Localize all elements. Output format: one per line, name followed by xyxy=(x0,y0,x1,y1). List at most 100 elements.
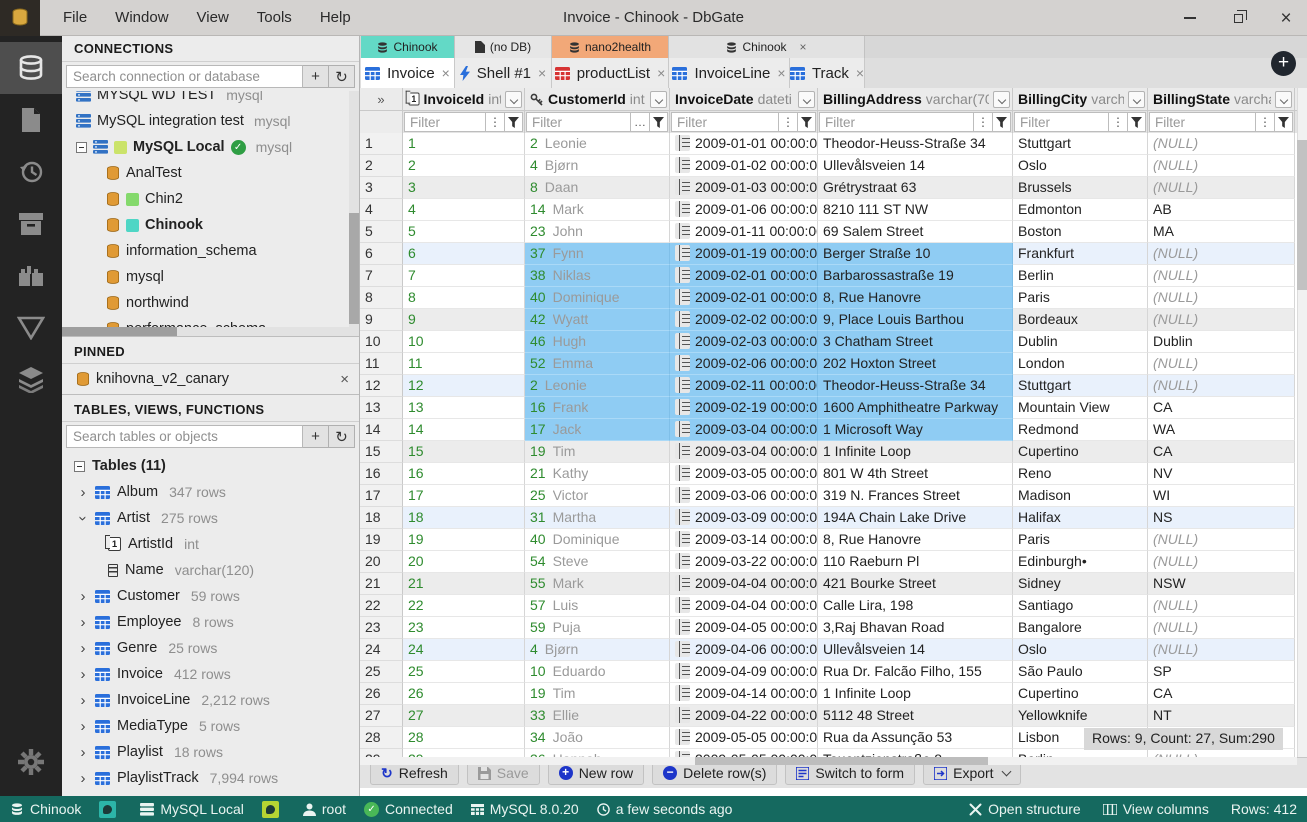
status-item[interactable]: MySQL Local xyxy=(140,801,244,817)
cell-billingaddress[interactable]: 1 Infinite Loop xyxy=(818,441,1013,463)
cell-billingaddress[interactable]: Rua Dr. Falcão Filho, 155 xyxy=(818,661,1013,683)
table-row[interactable]: 18 18 31 Martha 2009-03-09 00:00:00 194A … xyxy=(360,507,1307,529)
cell-invoiceid[interactable]: 22 xyxy=(403,595,525,617)
cell-billingaddress[interactable]: Berger Straße 10 xyxy=(818,243,1013,265)
collapse-icon[interactable] xyxy=(74,460,85,472)
menu-item[interactable]: View xyxy=(186,5,240,30)
cell-invoiceid[interactable]: 27 xyxy=(403,705,525,727)
table-tree-item[interactable]: 1 ArtistId int xyxy=(62,531,359,557)
cell-invoiceid[interactable]: 28 xyxy=(403,727,525,749)
cell-billingaddress[interactable]: 69 Salem Street xyxy=(818,221,1013,243)
filter-input[interactable] xyxy=(1149,112,1255,132)
column-header[interactable]: 1 InvoiceId int xyxy=(403,88,525,110)
table-tree-item[interactable]: › InvoiceLine 2,212 rows xyxy=(62,687,359,713)
table-row[interactable]: 17 17 25 Victor 2009-03-06 00:00:00 319 N… xyxy=(360,485,1307,507)
close-group-icon[interactable]: × xyxy=(800,40,807,54)
cell-invoiceid[interactable]: 8 xyxy=(403,287,525,309)
column-header[interactable]: CustomerId int xyxy=(525,88,670,110)
filter-funnel-button[interactable] xyxy=(504,112,523,132)
date-edit-icon[interactable] xyxy=(675,685,690,701)
filter-options-button[interactable]: ⋮ xyxy=(778,112,797,132)
row-number[interactable]: 29 xyxy=(360,749,403,757)
connection-item[interactable]: Chin2 xyxy=(62,186,359,212)
cell-customerid[interactable]: 21 Kathy xyxy=(525,463,670,485)
activity-archive[interactable] xyxy=(0,198,62,250)
refresh-objects-button[interactable]: ↻ xyxy=(329,425,355,448)
cell-invoicedate[interactable]: 2009-03-14 00:00:00 xyxy=(670,529,818,551)
table-row[interactable]: 9 9 42 Wyatt 2009-02-02 00:00:00 9, Place… xyxy=(360,309,1307,331)
cell-billingcity[interactable]: Bordeaux xyxy=(1013,309,1148,331)
activity-settings[interactable] xyxy=(0,736,62,788)
cell-invoiceid[interactable]: 18 xyxy=(403,507,525,529)
chevron-right-icon[interactable]: › xyxy=(78,614,88,631)
cell-customerid[interactable]: 31 Martha xyxy=(525,507,670,529)
column-menu-chevron[interactable] xyxy=(650,90,667,108)
filter-input[interactable] xyxy=(404,112,485,132)
new-connection-plus-button[interactable]: + xyxy=(1271,51,1296,76)
row-number[interactable]: 19 xyxy=(360,529,403,551)
activity-databases[interactable] xyxy=(0,42,62,94)
chevron-right-icon[interactable]: › xyxy=(78,484,88,501)
tables-search-input[interactable] xyxy=(66,425,303,448)
filter-input[interactable] xyxy=(819,112,973,132)
cell-invoiceid[interactable]: 7 xyxy=(403,265,525,287)
cell-invoiceid[interactable]: 5 xyxy=(403,221,525,243)
status-item[interactable]: root xyxy=(302,801,346,817)
row-number[interactable]: 26 xyxy=(360,683,403,705)
date-edit-icon[interactable] xyxy=(675,707,690,723)
tab[interactable]: productList × xyxy=(552,58,669,88)
table-row[interactable]: 21 21 55 Mark 2009-04-04 00:00:00 421 Bou… xyxy=(360,573,1307,595)
connection-item[interactable]: northwind xyxy=(62,290,359,316)
cell-billingcity[interactable]: Cupertino xyxy=(1013,683,1148,705)
cell-customerid[interactable]: 40 Dominique xyxy=(525,287,670,309)
tab-group[interactable]: Chinook xyxy=(361,36,455,58)
cell-billingaddress[interactable]: 1600 Amphitheatre Parkway xyxy=(818,397,1013,419)
cell-customerid[interactable]: 16 Frank xyxy=(525,397,670,419)
activity-history[interactable] xyxy=(0,146,62,198)
date-edit-icon[interactable] xyxy=(675,201,690,217)
connections-horizontal-scrollbar[interactable] xyxy=(62,327,349,336)
cell-invoicedate[interactable]: 2009-03-22 00:00:00 xyxy=(670,551,818,573)
cell-invoicedate[interactable]: 2009-02-06 00:00:00 xyxy=(670,353,818,375)
date-edit-icon[interactable] xyxy=(675,333,690,349)
cell-billingcity[interactable]: Yellowknife xyxy=(1013,705,1148,727)
cell-invoiceid[interactable]: 6 xyxy=(403,243,525,265)
cell-invoicedate[interactable]: 2009-04-06 00:00:00 xyxy=(670,639,818,661)
cell-billingcity[interactable]: Brussels xyxy=(1013,177,1148,199)
date-edit-icon[interactable] xyxy=(675,245,690,261)
date-edit-icon[interactable] xyxy=(675,443,690,459)
cell-customerid[interactable]: 8 Daan xyxy=(525,177,670,199)
cell-billingstate[interactable]: (NULL) xyxy=(1148,155,1295,177)
cell-billingstate[interactable]: MA xyxy=(1148,221,1295,243)
filter-input[interactable] xyxy=(1014,112,1108,132)
cell-invoiceid[interactable]: 14 xyxy=(403,419,525,441)
status-item[interactable] xyxy=(261,800,285,818)
cell-billingaddress[interactable]: 202 Hoxton Street xyxy=(818,353,1013,375)
cell-customerid[interactable]: 52 Emma xyxy=(525,353,670,375)
cell-billingstate[interactable]: (NULL) xyxy=(1148,749,1295,757)
connections-vertical-scrollbar[interactable] xyxy=(349,91,359,336)
chevron-right-icon[interactable]: › xyxy=(78,692,88,709)
row-number[interactable]: 20 xyxy=(360,551,403,573)
table-row[interactable]: 20 20 54 Steve 2009-03-22 00:00:00 110 Ra… xyxy=(360,551,1307,573)
date-edit-icon[interactable] xyxy=(675,575,690,591)
connection-item[interactable]: Chinook xyxy=(62,212,359,238)
connection-item[interactable]: mysql xyxy=(62,264,359,290)
table-row[interactable]: 23 23 59 Puja 2009-04-05 00:00:00 3,Raj B… xyxy=(360,617,1307,639)
add-object-button[interactable]: + xyxy=(303,425,329,448)
date-edit-icon[interactable] xyxy=(675,553,690,569)
cell-invoicedate[interactable]: 2009-04-04 00:00:00 xyxy=(670,573,818,595)
cell-invoicedate[interactable]: 2009-03-06 00:00:00 xyxy=(670,485,818,507)
cell-invoicedate[interactable]: 2009-02-01 00:00:00 xyxy=(670,287,818,309)
filter-options-button[interactable]: … xyxy=(630,112,649,132)
date-edit-icon[interactable] xyxy=(675,619,690,635)
cell-invoiceid[interactable]: 21 xyxy=(403,573,525,595)
row-number[interactable]: 2 xyxy=(360,155,403,177)
status-action[interactable]: Open structure xyxy=(969,801,1081,817)
cell-billingcity[interactable]: Bangalore xyxy=(1013,617,1148,639)
column-header[interactable]: InvoiceDate dateti xyxy=(670,88,818,110)
cell-billingaddress[interactable]: 5112 48 Street xyxy=(818,705,1013,727)
cell-customerid[interactable]: 42 Wyatt xyxy=(525,309,670,331)
cell-billingaddress[interactable]: 1 Microsoft Way xyxy=(818,419,1013,441)
cell-billingstate[interactable]: (NULL) xyxy=(1148,243,1295,265)
